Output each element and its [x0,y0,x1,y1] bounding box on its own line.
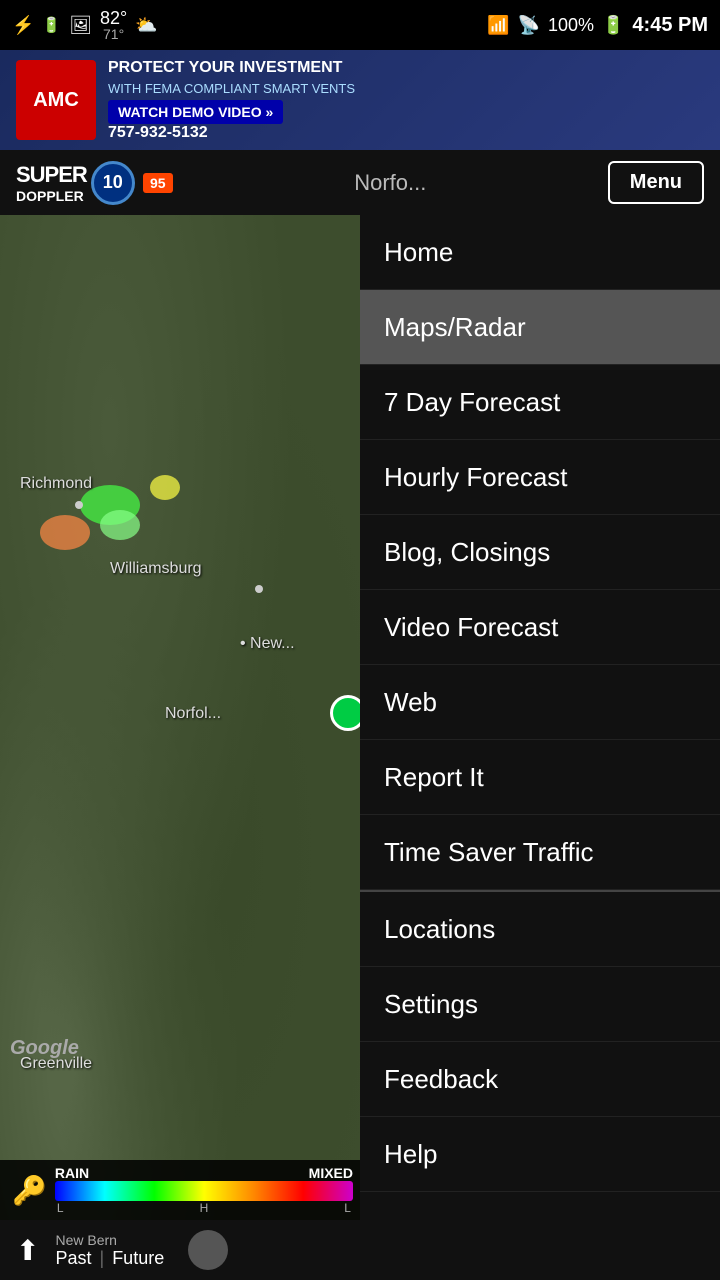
clock: 4:45 PM [632,14,708,37]
badge-95: 95 [143,173,173,193]
nav-tabs: Past | Future [55,1248,164,1269]
google-logo: Google [10,1037,79,1060]
ad-logo: AMC [16,60,96,140]
map-label-norfolk: Norfol... [165,705,221,723]
battery-percent: 100% [548,15,594,36]
menu-item-maps-radar[interactable]: Maps/Radar [360,290,720,365]
temp-high: 82° [100,9,127,27]
temp-low: 71° [103,27,124,41]
menu-item-home[interactable]: Home [360,215,720,290]
menu-item-time-saver-traffic[interactable]: Time Saver Traffic [360,815,720,890]
logo-circle: 10 [91,161,135,205]
menu-item-web[interactable]: Web [360,665,720,740]
app-header: SUPER DOPPLER 10 95 Norfo... Menu [0,150,720,215]
key-icon: 🔑 [12,1174,47,1207]
ad-content: PROTECT YOUR INVESTMENT WITH FEMA COMPLI… [108,58,704,142]
menu-item-label-video-forecast: Video Forecast [384,612,558,643]
tab-future[interactable]: Future [112,1248,164,1269]
ad-banner[interactable]: AMC PROTECT YOUR INVESTMENT WITH FEMA CO… [0,50,720,150]
menu-item-label-blog-closings: Blog, Closings [384,537,550,568]
menu-overlay: Home Maps/Radar 7 Day Forecast Hourly Forec… [360,215,720,1280]
menu-item-label-7-day-forecast: 7 Day Forecast [384,387,560,418]
map-dot-williamsburg [255,585,263,593]
location-label: New Bern [55,1232,164,1248]
rain-legend: 🔑 RAIN MIXED L H L [0,1160,365,1220]
logo-super: SUPER [16,162,87,188]
menu-item-feedback[interactable]: Feedback [360,1042,720,1117]
map-background [0,215,365,1280]
tab-past[interactable]: Past [55,1248,91,1269]
ad-phone: 757-932-5132 [108,124,704,142]
rain-label: RAIN [55,1165,89,1181]
weather-icon: ⛅ [135,15,157,36]
menu-item-settings[interactable]: Settings [360,967,720,1042]
radar-blob [40,515,90,550]
menu-item-label-report-it: Report It [384,762,484,793]
share-icon[interactable]: ⬆ [16,1234,39,1267]
menu-item-label-hourly-forecast: Hourly Forecast [384,462,568,493]
map-label-williamsburg: Williamsburg [110,560,202,578]
menu-item-label-maps-radar: Maps/Radar [384,312,526,343]
wifi-icon: 📶 [487,15,509,36]
logo-area: SUPER DOPPLER 10 95 [16,161,173,205]
temperature-display: 82° 71° [100,9,127,41]
battery-icon: 🔋 [602,15,624,36]
radar-blob [150,475,180,500]
image-icon: 🖼 [69,15,92,36]
battery-charging-icon: 🔋 [42,16,61,34]
radar-blob [100,510,140,540]
ad-logo-text: AMC [33,89,79,112]
menu-button[interactable]: Menu [608,161,704,204]
ad-headline: PROTECT YOUR INVESTMENT [108,58,704,79]
menu-item-blog-closings[interactable]: Blog, Closings [360,515,720,590]
logo-doppler: DOPPLER [16,188,84,204]
menu-item-help[interactable]: Help [360,1117,720,1192]
signal-icon: 📡 [518,15,540,36]
nav-toggle[interactable] [188,1230,228,1270]
menu-item-video-forecast[interactable]: Video Forecast [360,590,720,665]
menu-item-report-it[interactable]: Report It [360,740,720,815]
menu-item-label-time-saver-traffic: Time Saver Traffic [384,837,594,868]
mixed-label: MIXED [309,1165,353,1181]
ad-subline: WITH FEMA COMPLIANT SMART VENTS [108,81,704,96]
bottom-bar: 🔑 RAIN MIXED L H L ⬆ New Bern Past | Fut… [0,1160,365,1280]
status-bar: ⚡ 🔋 🖼 82° 71° ⛅ 📶 📡 100% 🔋 4:45 PM [0,0,720,50]
legend-l-left: L [57,1201,64,1215]
legend-bar [55,1181,353,1201]
nav-divider: | [100,1248,105,1269]
menu-item-label-locations: Locations [384,914,495,945]
map-area[interactable]: Richmond Williamsburg • New... Norfol...… [0,215,365,1280]
ad-cta[interactable]: WATCH DEMO VIDEO » [108,100,283,124]
menu-item-hourly-forecast[interactable]: Hourly Forecast [360,440,720,515]
menu-item-label-feedback: Feedback [384,1064,498,1095]
menu-item-label-web: Web [384,687,437,718]
menu-item-7-day-forecast[interactable]: 7 Day Forecast [360,365,720,440]
legend-l-right: L [344,1201,351,1215]
map-dot-richmond [75,501,83,509]
usb-icon: ⚡ [12,15,34,36]
map-label-richmond: Richmond [20,475,92,493]
menu-item-label-help: Help [384,1139,437,1170]
menu-item-label-home: Home [384,237,453,268]
header-title: Norfo... [354,170,426,196]
menu-item-label-settings: Settings [384,989,478,1020]
nav-bottom: ⬆ New Bern Past | Future [0,1220,365,1280]
legend-h: H [200,1201,209,1215]
menu-item-locations[interactable]: Locations [360,892,720,967]
legend-lh: L H L [55,1201,353,1215]
map-label-new: • New... [240,635,295,653]
